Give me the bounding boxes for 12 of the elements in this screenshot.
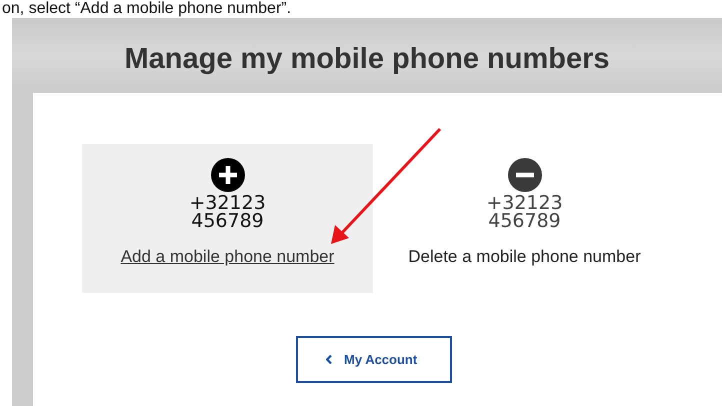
plus-circle-icon (210, 158, 244, 192)
option-tile[interactable]: +32123 456789 Add a mobile phone number (82, 144, 373, 293)
phone-number: +32123 456789 (189, 194, 266, 230)
option-link[interactable]: Add a mobile phone number (120, 246, 334, 267)
my-account-button[interactable]: My Account (296, 336, 452, 383)
option-tile[interactable]: +32123 456789 Delete a mobile phone number (379, 144, 670, 293)
option-label: Delete a mobile phone number (408, 246, 641, 267)
instruction-text: on, select “Add a mobile phone number”. (2, 0, 292, 18)
minus-circle-icon (508, 158, 542, 192)
chevron-left-icon (326, 355, 332, 364)
phone-number: +32123 456789 (486, 194, 563, 230)
panel-title: Manage my mobile phone numbers (124, 43, 610, 77)
